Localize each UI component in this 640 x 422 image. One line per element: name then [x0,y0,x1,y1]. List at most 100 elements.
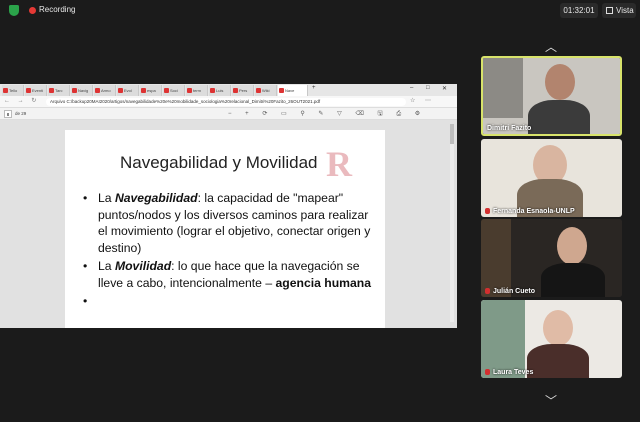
pdf-icon [164,88,169,93]
address-field[interactable]: Arquivo C:/backup20MAI2020/artigos/naveg… [46,98,406,106]
tab-label: Nave [285,88,295,93]
scroll-thumb[interactable] [450,124,454,144]
browser-tab[interactable]: Wiki [255,85,277,96]
scroll-down-icon[interactable]: ﹀ [541,392,561,408]
video-bookshelf [481,219,511,297]
bullet-bold: agencia humana [275,275,372,290]
tab-label: Soci [170,88,178,93]
pdf-icon [187,88,192,93]
pdf-icon [3,88,8,93]
bullet-prefix: La [98,259,115,273]
browser-tab[interactable]: Eventi [25,85,47,96]
browser-tab[interactable]: Armo [94,85,116,96]
person-head [557,227,587,265]
person-head [543,310,573,346]
browser-tab[interactable]: Luis [209,85,231,96]
participant-tile[interactable]: Laura Teves [481,300,622,378]
top-bar: Recording 01:32:01 Vista [0,0,640,22]
page-total: de 29 [15,111,27,116]
pdf-tool-icons[interactable]: − + ⟳ ▭ ⚲ ✎ ▽ ⌫ 🖫 ⎙ ⚙ [228,109,426,119]
tab-label: Luis [216,88,224,93]
browser-tab[interactable]: Soci [163,85,185,96]
meeting-clock: 01:32:01 [560,3,598,18]
pdf-toolbar: 8 de 29 − + ⟳ ▭ ⚲ ✎ ▽ ⌫ 🖫 ⎙ ⚙ [0,108,457,120]
maximize-icon[interactable]: □ [426,85,430,91]
new-tab-icon[interactable]: + [312,85,316,91]
close-icon[interactable]: ✕ [442,85,447,92]
participant-name: Dimitri Fazito [487,125,532,132]
bullet-navegabilidad: La Navegabilidad: la capacidad de "mapea… [83,190,373,256]
tab-label: Armo [101,88,111,93]
pdf-icon [233,88,238,93]
tab-label: espa [147,88,156,93]
shared-screen: Tello Eventi Tarc Navig Armo Evol espa S… [0,84,457,328]
pdf-icon [118,88,123,93]
pdf-icon [72,88,77,93]
meeting-window: Recording 01:32:01 Vista Tello Eventi Ta… [0,0,640,422]
browser-tab[interactable]: Navig [71,85,93,96]
browser-tab[interactable]: Evol [117,85,139,96]
participant-name-text: Laura Teves [493,369,534,376]
nav-arrows-icon[interactable]: ← → ↻ [4,97,39,104]
tab-label: Navig [78,88,89,93]
mic-muted-icon [485,369,490,375]
pdf-icon [210,88,215,93]
person-body [541,263,605,297]
participant-name: Fernanda Esnaola-UNLP [485,208,575,215]
bullet-term: Movilidad [114,259,172,273]
video-wall [483,58,523,118]
scroll-up-icon[interactable]: ︿ [541,38,561,54]
tab-label: Pers [239,88,248,93]
pdf-icon [95,88,100,93]
browser-tab[interactable]: Pers [232,85,254,96]
recording-label[interactable]: Recording [39,5,75,14]
participant-tile[interactable]: Dimitri Fazito [481,56,622,136]
video-tiles-wall [481,300,525,378]
person-head [545,64,575,100]
pdf-icon [49,88,54,93]
browser-tab[interactable]: espa [140,85,162,96]
bottom-toolbar [0,410,640,422]
browser-tab[interactable]: Tarc [48,85,70,96]
tab-label: Eventi [32,88,44,93]
tab-label: Wiki [262,88,270,93]
browser-tab[interactable]: term [186,85,208,96]
logo-mark: R [326,144,352,184]
minimize-icon[interactable]: – [410,85,413,91]
pdf-icon [141,88,146,93]
tab-label: term [193,88,201,93]
pdf-icon [26,88,31,93]
browser-toolbar-icons[interactable]: ☆ ⋯ [410,97,435,104]
participant-name-text: Fernanda Esnaola-UNLP [493,208,575,215]
slide-page: Navegabilidad y Movilidad R La Navegabil… [65,130,385,328]
bullet-movilidad: La Movilidad: lo que hace que la navegac… [83,258,373,291]
bullet-list: La Navegabilidad: la capacidad de "mapea… [83,190,373,310]
person-body [527,344,589,378]
pdf-icon [279,88,284,93]
mic-muted-icon [485,208,490,214]
participant-tile[interactable]: Fernanda Esnaola-UNLP [481,139,622,217]
participant-name-text: Julián Cueto [493,288,536,295]
slide-title: Navegabilidad y Movilidad [120,153,318,172]
tab-label: Tarc [55,88,63,93]
browser-tab[interactable]: Tello [2,85,24,96]
shield-icon[interactable] [9,5,19,16]
view-label: Vista [616,6,634,15]
tab-label: Evol [124,88,132,93]
tab-label: Tello [9,88,18,93]
person-body [528,100,590,134]
pdf-viewer: Navegabilidad y Movilidad R La Navegabil… [0,120,457,328]
bullet-term: Navegabilidad [114,191,198,205]
pdf-icon [256,88,261,93]
recording-icon [29,7,36,14]
participant-name: Julián Cueto [485,288,535,295]
bullet-prefix: La [98,191,115,205]
view-button[interactable]: Vista [602,3,636,18]
scrollbar[interactable] [450,124,454,322]
participant-tile[interactable]: Julián Cueto [481,219,622,297]
address-bar: ← → ↻ Arquivo C:/backup20MAI2020/artigos… [0,96,457,108]
page-number-input[interactable]: 8 [4,110,12,118]
browser-tab-active[interactable]: Nave [278,85,308,96]
browser-tab-bar: Tello Eventi Tarc Navig Armo Evol espa S… [0,84,457,96]
grid-icon [606,7,613,14]
